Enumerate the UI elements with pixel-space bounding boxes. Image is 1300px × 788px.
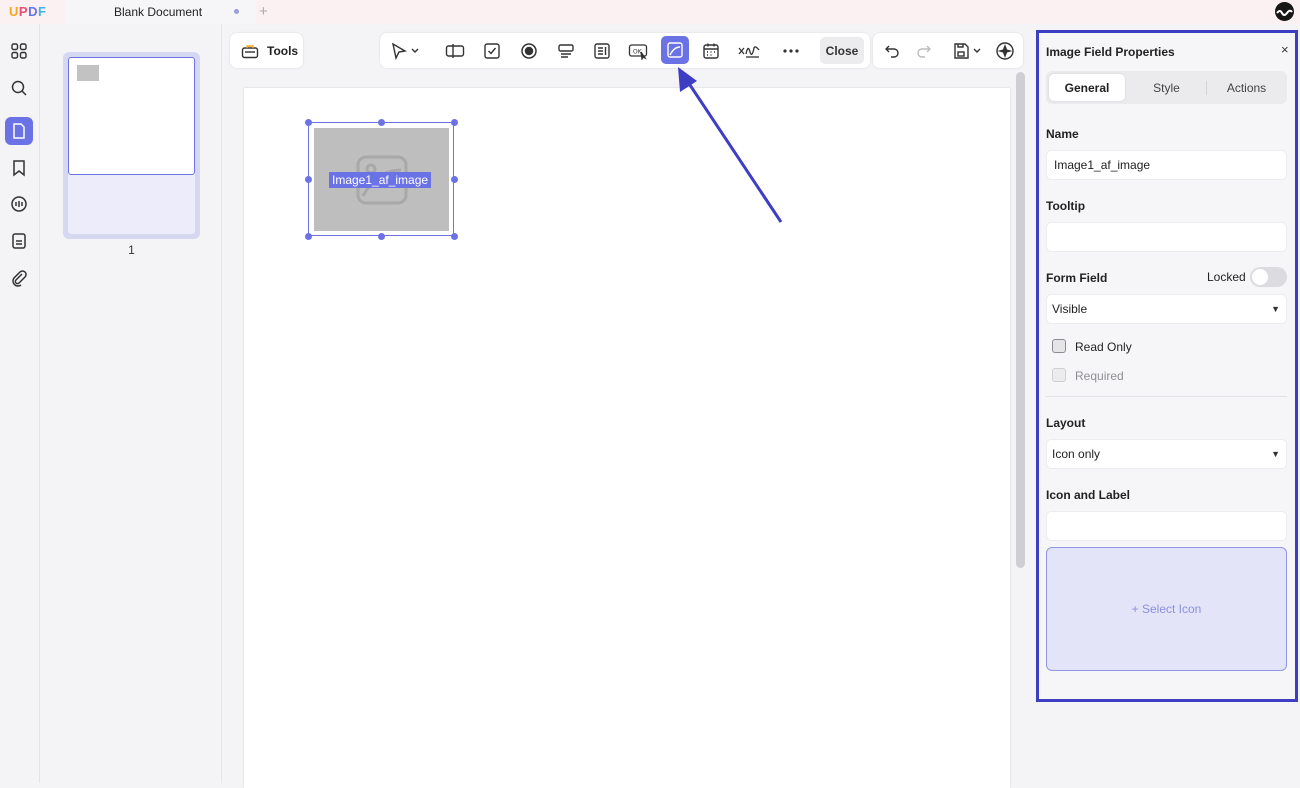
name-label: Name [1046,127,1079,141]
layout-select[interactable]: Icon only ▼ [1046,439,1287,469]
document-tab[interactable]: Blank Document [66,0,256,24]
new-tab-button[interactable]: + [259,3,268,20]
name-field[interactable]: Image1_af_image [1046,150,1287,180]
avatar[interactable] [1275,2,1294,21]
form-field-label: Form Field [1046,271,1108,285]
image-field-name-label: Image1_af_image [329,172,432,188]
tab-general[interactable]: General [1049,74,1125,101]
chevron-down-icon[interactable] [408,38,422,64]
visibility-select[interactable]: Visible ▼ [1046,294,1287,324]
resize-handle[interactable] [451,176,458,183]
checkbox-icon[interactable] [479,38,505,64]
save-menu-chevron-icon[interactable] [970,38,984,64]
date-field-icon[interactable] [698,38,724,64]
locked-label: Locked [1207,270,1246,284]
document-area: Tools OK Close Image1_af_image [222,24,1030,788]
updf-logo: UPDF [9,4,47,19]
tab-style[interactable]: Style [1128,74,1205,101]
required-label: Required [1075,369,1124,383]
list-box-icon[interactable] [589,38,615,64]
button-field-icon[interactable]: OK [625,38,651,64]
visibility-value: Visible [1052,302,1088,316]
resize-handle[interactable] [305,233,312,240]
image-field-properties-panel: Image Field Properties × General Style A… [1036,30,1298,702]
image-field-icon[interactable] [661,36,689,64]
layout-label: Layout [1046,416,1086,430]
redo-icon[interactable] [911,38,937,64]
vertical-scrollbar[interactable] [1016,72,1025,568]
panel-title: Image Field Properties [1046,45,1175,59]
icon-and-label-label: Icon and Label [1046,488,1131,502]
resize-handle[interactable] [378,233,385,240]
tab-actions[interactable]: Actions [1208,74,1285,101]
tooltip-field[interactable] [1046,222,1287,252]
dropdown-caret-icon: ▼ [1271,304,1280,314]
history-toolbar [873,33,1023,68]
thumbnail-image-field [77,65,99,81]
read-only-checkbox[interactable] [1052,339,1066,353]
comment-icon[interactable] [5,190,33,218]
thumbnails-icon[interactable] [5,37,33,65]
select-icon-button[interactable]: + Select Icon [1046,547,1287,671]
icon-and-label-field[interactable] [1046,511,1287,541]
search-icon[interactable] [5,74,33,102]
pdf-page[interactable]: Image1_af_image [244,88,1010,788]
resize-handle[interactable] [378,119,385,126]
radio-button-icon[interactable] [516,38,542,64]
signature-icon[interactable] [734,38,764,64]
form-toolbar: OK Close [380,33,870,68]
close-icon[interactable]: × [1281,42,1289,57]
forms-icon[interactable] [5,227,33,255]
resize-handle[interactable] [451,233,458,240]
thumbnail-panel: 1 [41,24,222,783]
resize-handle[interactable] [305,176,312,183]
resize-handle[interactable] [305,119,312,126]
ai-assistant-icon[interactable] [991,38,1019,64]
divider [1046,396,1287,397]
tools-button[interactable]: Tools [230,33,303,68]
more-options-icon[interactable] [778,38,804,64]
tooltip-label: Tooltip [1046,199,1086,213]
close-button[interactable]: Close [820,37,864,64]
undo-icon[interactable] [879,38,905,64]
combo-box-icon[interactable] [553,38,579,64]
bookmark-icon[interactable] [5,154,33,182]
page-thumbnail[interactable] [63,52,200,239]
toolbox-icon [241,44,259,58]
properties-tabs: General Style Actions [1046,71,1287,104]
title-bar: UPDF Blank Document + [0,0,1300,24]
pages-icon[interactable] [5,117,33,145]
resize-handle[interactable] [451,119,458,126]
layout-value: Icon only [1052,447,1101,461]
required-checkbox[interactable] [1052,368,1066,382]
image-field[interactable]: Image1_af_image [305,119,458,240]
text-field-icon[interactable] [442,38,468,64]
unsaved-dot-icon [234,9,239,14]
select-icon-label: + Select Icon [1131,602,1202,616]
page-number: 1 [128,243,135,257]
document-tab-title: Blank Document [114,5,203,19]
dropdown-caret-icon: ▼ [1271,449,1280,459]
attachment-icon[interactable] [5,264,33,292]
read-only-label: Read Only [1075,340,1132,354]
tools-label: Tools [267,43,299,58]
locked-toggle[interactable] [1250,267,1287,287]
left-icon-rail [0,24,40,783]
